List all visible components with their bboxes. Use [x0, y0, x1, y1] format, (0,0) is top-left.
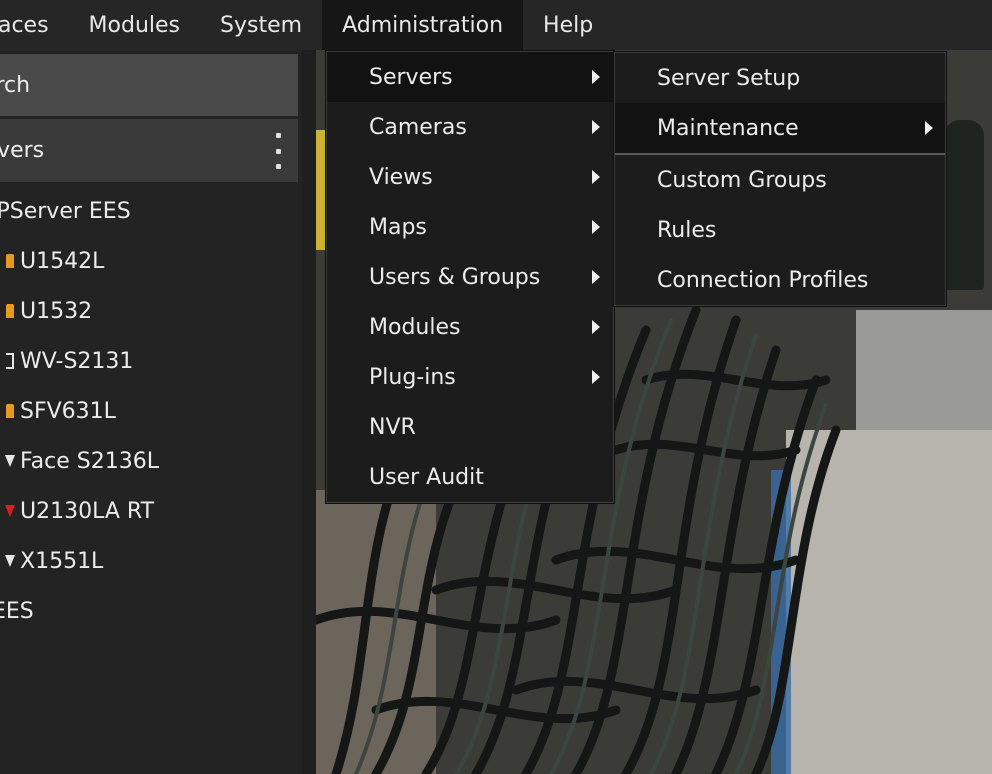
administration-menu: Servers Cameras Views Maps Users & Group…: [326, 51, 614, 503]
tree-item-camera[interactable]: U1542L: [0, 236, 298, 286]
menu-system[interactable]: System: [200, 0, 322, 50]
tree-item-camera[interactable]: U2130LA RT: [0, 486, 298, 536]
submenu-arrow-icon: [592, 120, 600, 134]
tree-item-label: U1542L: [20, 248, 105, 274]
video-background: [316, 130, 326, 250]
tree-item-label: IPServer EES: [0, 198, 131, 224]
menu-item-label: Connection Profiles: [657, 267, 869, 293]
menu-item-label: Servers: [369, 64, 453, 90]
servers-section-header[interactable]: rvers: [0, 119, 298, 182]
tree-item-label: SFV631L: [20, 398, 116, 424]
tree-item-label: EES: [0, 598, 34, 624]
menu-item-label: Users & Groups: [369, 264, 541, 290]
menu-item-views[interactable]: Views: [327, 152, 613, 202]
tree-item-label: U1532: [20, 298, 93, 324]
menu-item-label: NVR: [369, 414, 416, 440]
tree-item-server[interactable]: IPServer EES: [0, 186, 298, 236]
menu-item-cameras[interactable]: Cameras: [327, 102, 613, 152]
submenu-arrow-icon: [592, 170, 600, 184]
menu-item-rules[interactable]: Rules: [615, 205, 945, 255]
menu-administration[interactable]: Administration: [322, 0, 524, 50]
menu-item-nvr[interactable]: NVR: [327, 402, 613, 452]
menu-item-maps[interactable]: Maps: [327, 202, 613, 252]
tree-item-camera[interactable]: U1532: [0, 286, 298, 336]
tree-item-label: Face S2136L: [20, 448, 159, 474]
video-person: [944, 120, 984, 290]
camera-bracket-icon: [0, 350, 20, 372]
menu-item-connection-profiles[interactable]: Connection Profiles: [615, 255, 945, 305]
menu-item-label: Views: [369, 164, 433, 190]
tree-item-camera[interactable]: Face S2136L: [0, 436, 298, 486]
menu-modules[interactable]: Modules: [69, 0, 200, 50]
tree-item-camera[interactable]: WV-S2131: [0, 336, 298, 386]
menu-item-user-audit[interactable]: User Audit: [327, 452, 613, 502]
camera-orange-icon: [0, 400, 20, 422]
menu-item-label: Server Setup: [657, 65, 801, 91]
menu-item-label: Maintenance: [657, 115, 799, 141]
menu-item-label: Cameras: [369, 114, 467, 140]
tree-item-label: WV-S2131: [20, 348, 134, 374]
submenu-arrow-icon: [592, 220, 600, 234]
servers-header-label: rvers: [0, 138, 45, 163]
menu-item-label: Rules: [657, 217, 717, 243]
menu-bar: paces Modules System Administration Help: [0, 0, 992, 50]
tree-item-label: U2130LA RT: [20, 498, 155, 524]
menu-item-maintenance[interactable]: Maintenance: [615, 103, 945, 153]
menu-item-plug-ins[interactable]: Plug-ins: [327, 352, 613, 402]
panel-splitter[interactable]: [302, 50, 316, 774]
servers-submenu: Server Setup Maintenance Custom Groups R…: [614, 52, 946, 306]
menu-item-label: User Audit: [369, 464, 484, 490]
camera-white-icon: [0, 450, 20, 472]
menu-item-server-setup[interactable]: Server Setup: [615, 53, 945, 103]
menu-item-label: Maps: [369, 214, 427, 240]
menu-item-label: Custom Groups: [657, 167, 827, 193]
menu-help[interactable]: Help: [523, 0, 613, 50]
tree-item-camera[interactable]: SFV631L: [0, 386, 298, 436]
camera-white-icon: [0, 550, 20, 572]
menu-item-servers[interactable]: Servers: [327, 52, 613, 102]
submenu-arrow-icon: [592, 370, 600, 384]
submenu-arrow-icon: [592, 70, 600, 84]
menu-spaces[interactable]: paces: [0, 0, 69, 50]
kebab-vertical-icon[interactable]: [274, 133, 282, 169]
submenu-arrow-icon: [592, 270, 600, 284]
server-tree: IPServer EES U1542L U1532 WV-S2131 SFV63…: [0, 186, 298, 636]
menu-item-label: Modules: [369, 314, 461, 340]
search-input[interactable]: arch: [0, 54, 298, 116]
camera-orange-icon: [0, 250, 20, 272]
search-placeholder: arch: [0, 72, 31, 98]
tree-item-group[interactable]: EES: [0, 586, 298, 636]
submenu-arrow-icon: [925, 121, 933, 135]
submenu-arrow-icon: [592, 320, 600, 334]
camera-orange-icon: [0, 300, 20, 322]
menu-item-users-groups[interactable]: Users & Groups: [327, 252, 613, 302]
menu-item-label: Plug-ins: [369, 364, 456, 390]
tree-item-label: X1551L: [20, 548, 104, 574]
camera-red-icon: [0, 500, 20, 522]
menu-item-modules[interactable]: Modules: [327, 302, 613, 352]
tree-item-camera[interactable]: X1551L: [0, 536, 298, 586]
menu-item-custom-groups[interactable]: Custom Groups: [615, 155, 945, 205]
